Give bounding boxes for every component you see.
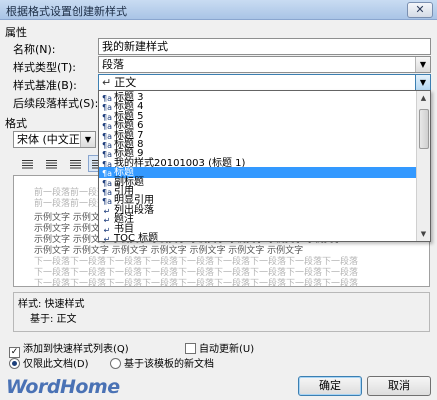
watermark-logo: WordHome <box>6 376 120 398</box>
align-center-button[interactable] <box>42 155 61 172</box>
style-type-value: 段落 <box>102 58 124 71</box>
new-docs-template-radio[interactable]: 基于该模板的新文档 <box>110 355 214 370</box>
radio-icon <box>110 358 121 369</box>
font-select[interactable]: 宋体 (中文正文 ▼ <box>13 131 96 148</box>
based-on-value: 正文 <box>114 76 137 89</box>
align-left-button[interactable] <box>18 155 37 172</box>
paragraph-style-icon: ↵ <box>102 76 112 89</box>
name-label: 名称(N): <box>13 43 56 56</box>
align-center-icon <box>46 159 57 169</box>
next-paragraph-style-label: 后续段落样式(S): <box>13 97 99 110</box>
only-this-document-radio[interactable]: 仅限此文档(D) <box>9 355 89 370</box>
based-on-dropdown-list[interactable]: ¶a 标题 3 ¶a 标题 4 ¶a 标题 5 ¶a 标题 6 ¶a 标题 7 ¶a 标题 8 ¶a 标题… <box>98 90 431 242</box>
new-docs-template-label: 基于该模板的新文档 <box>124 359 214 370</box>
align-right-button[interactable] <box>66 155 85 172</box>
radio-selected-icon <box>9 358 20 369</box>
title-bar: 根据格式设置创建新样式 ✕ <box>0 0 437 20</box>
chevron-down-icon[interactable]: ▼ <box>80 132 95 147</box>
scroll-down-icon[interactable]: ▼ <box>417 227 430 241</box>
chevron-down-icon[interactable]: ▼ <box>415 57 430 72</box>
preview-sample-text: 示例文字 示例文字 示例文字 示例文字 示例文字 示例文字 示例文字 <box>34 246 304 256</box>
dropdown-item[interactable]: ↵ TOC 标题 <box>99 233 417 242</box>
name-field[interactable]: 我的新建样式 <box>98 38 431 55</box>
preview-next-paragraph: 下一段落下一段落下一段落下一段落下一段落下一段落下一段落下一段落下一段落 <box>34 257 359 267</box>
name-field-value: 我的新建样式 <box>102 40 168 53</box>
paragraph-style-icon: ↵ <box>103 235 111 242</box>
style-description: 样式: 快速样式 基于: 正文 <box>13 292 430 332</box>
properties-section-label: 属性 <box>5 26 27 39</box>
auto-update-label: 自动更新(U) <box>199 344 255 355</box>
description-line: 基于: 正文 <box>30 314 77 325</box>
window-title: 根据格式设置创建新样式 <box>6 5 127 18</box>
auto-update-checkbox[interactable]: 自动更新(U) <box>185 340 254 355</box>
scrollbar-thumb[interactable] <box>419 109 429 149</box>
based-on-label: 样式基准(B): <box>13 79 77 92</box>
dropdown-scrollbar[interactable]: ▲ ▼ <box>416 91 430 241</box>
description-line: 样式: 快速样式 <box>18 299 85 310</box>
cancel-button[interactable]: 取消 <box>367 376 431 396</box>
scroll-up-icon[interactable]: ▲ <box>417 91 430 105</box>
align-right-icon <box>70 159 81 169</box>
based-on-select[interactable]: ↵ 正文 ▼ <box>98 74 431 91</box>
only-this-document-label: 仅限此文档(D) <box>23 359 89 370</box>
checkbox-icon <box>185 343 196 354</box>
add-to-quick-styles-label: 添加到快速样式列表(Q) <box>23 344 129 355</box>
close-icon[interactable]: ✕ <box>407 2 433 18</box>
style-type-select[interactable]: 段落 ▼ <box>98 56 431 73</box>
ok-button[interactable]: 确定 <box>298 376 362 396</box>
style-type-label: 样式类型(T): <box>13 61 77 74</box>
align-left-icon <box>22 159 33 169</box>
chevron-down-icon[interactable]: ▼ <box>415 75 430 90</box>
preview-next-paragraph: 下一段落下一段落下一段落下一段落下一段落下一段落下一段落下一段落下一段落 <box>34 279 359 287</box>
preview-next-paragraph: 下一段落下一段落下一段落下一段落下一段落下一段落下一段落下一段落下一段落 <box>34 268 359 278</box>
dropdown-item-label: TOC 标题 <box>114 233 159 242</box>
format-section-label: 格式 <box>5 117 27 130</box>
